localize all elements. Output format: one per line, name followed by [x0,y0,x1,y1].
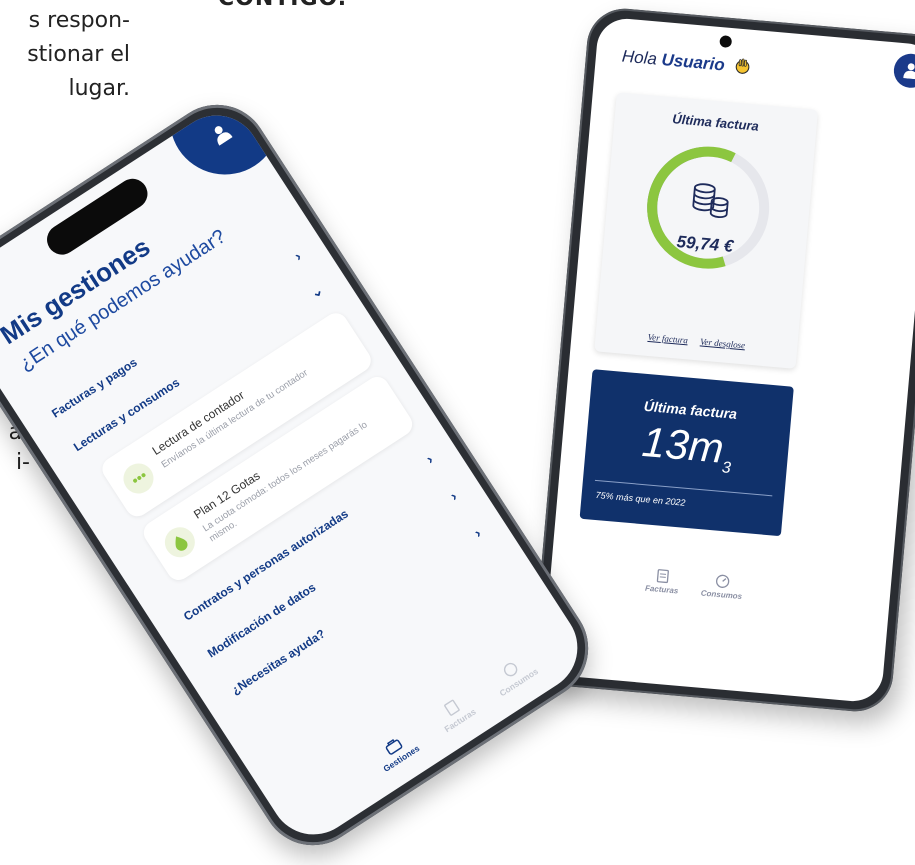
tab-facturas[interactable]: Facturas [419,683,492,744]
water-drop-icon [159,521,201,563]
bottom-navigation: Facturas Consumos [549,542,892,617]
document-icon [656,569,669,584]
chevron-down-icon: ⌄ [306,281,326,301]
greeting-name: Usuario [660,50,726,75]
gauge-icon [715,574,730,588]
waving-hand-icon [735,58,750,74]
card-title: Última factura [671,111,760,134]
android-screen: Hola Usuario Última factura 59,74 € Ver … [541,16,915,704]
consumption-number: 13m [640,417,726,472]
background-paragraph: s respon- stionar el lugar. [0,4,130,106]
coins-icon [692,183,729,219]
user-icon [214,126,233,146]
chevron-right-icon: › [471,524,484,541]
invoice-links: Ver factura Ver desglose [595,327,797,355]
consumption-unit: 3 [721,459,732,477]
consumption-card: Última factura 13m3 75% más que en 2022 [579,369,794,537]
profile-button[interactable] [892,52,915,90]
iphone-screen: Mis gestiones ¿En qué podemos ayudar? Fa… [0,98,595,852]
tab-consumos[interactable]: Consumos [477,645,550,706]
view-breakdown-link[interactable]: Ver desglose [700,336,746,350]
greeting: Hola Usuario [621,47,752,78]
background-line: s respon- [28,8,130,33]
android-phone: Hola Usuario Última factura 59,74 € Ver … [531,5,915,715]
view-invoice-link[interactable]: Ver factura [647,332,688,345]
front-camera [719,35,733,49]
nav-label: Facturas [644,583,679,596]
last-invoice-card: Última factura 59,74 € Ver factura Ver d… [594,92,819,369]
nav-label: Consumos [700,588,743,602]
nav-facturas[interactable]: Facturas [631,567,693,597]
consumption-note: 75% más que en 2022 [595,489,686,508]
chevron-right-icon: › [291,247,304,264]
profile-button[interactable] [148,98,301,196]
chevron-right-icon: › [423,450,436,467]
background-fragment-line: i- [15,450,30,475]
greeting-prefix: Hola [621,46,658,69]
tab-gestiones[interactable]: Gestiones [360,721,433,782]
chevron-right-icon: › [447,487,460,504]
background-heading: CONTIGO. [218,0,347,11]
iphone: Mis gestiones ¿En qué podemos ayudar? Fa… [0,84,609,865]
background-line: lugar. [68,76,130,101]
nav-consumos[interactable]: Consumos [691,572,753,602]
user-icon [903,63,915,80]
meter-icon [117,457,160,500]
background-line: stionar el [27,42,130,67]
